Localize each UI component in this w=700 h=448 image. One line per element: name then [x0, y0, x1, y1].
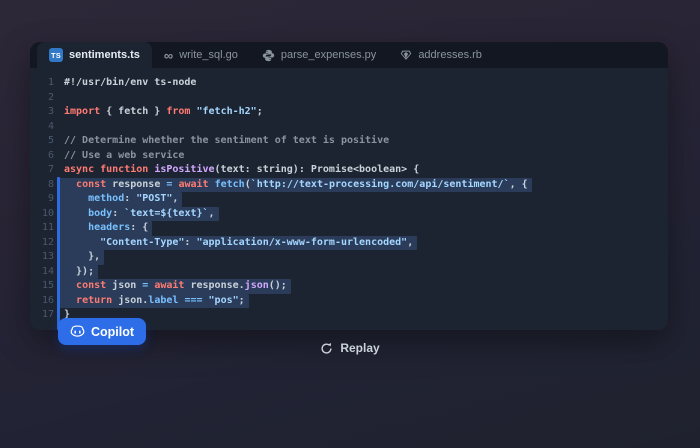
line-content: import { fetch } from "fetch-h2"; — [64, 105, 263, 120]
replay-button[interactable]: Replay — [0, 341, 700, 355]
code-line: 8 const response = await fetch(`http://t… — [30, 178, 668, 193]
code-line: 14 }); — [30, 265, 668, 280]
line-content: #!/usr/bin/env ts-node — [64, 76, 196, 91]
line-content: body: `text=${text}`, — [58, 207, 219, 222]
line-number: 10 — [30, 207, 54, 222]
code-line: 15 const json = await response.json(); — [30, 279, 668, 294]
typescript-icon: TS — [49, 48, 63, 62]
code-line: 9 method: "POST", — [30, 192, 668, 207]
code-line: 4 — [30, 120, 668, 135]
tab-label: parse_expenses.py — [281, 49, 376, 61]
code-line: 13 }, — [30, 250, 668, 265]
page-background: { "tabs": [ { "label": "sentiments.ts", … — [0, 0, 700, 448]
line-number: 5 — [30, 134, 54, 149]
line-content: "Content-Type": "application/x-www-form-… — [58, 236, 417, 251]
tab-label: sentiments.ts — [69, 49, 140, 61]
line-number: 11 — [30, 221, 54, 236]
go-icon: ∞ — [164, 49, 173, 62]
line-number: 15 — [30, 279, 54, 294]
line-number: 9 — [30, 192, 54, 207]
code-line: 12 "Content-Type": "application/x-www-fo… — [30, 236, 668, 251]
tab-parse-expenses-py[interactable]: parse_expenses.py — [250, 42, 388, 68]
line-content: return json.label === "pos"; — [58, 294, 249, 309]
line-content: // Determine whether the sentiment of te… — [64, 134, 389, 149]
replay-button-label: Replay — [340, 341, 379, 355]
code-editor-panel: TS sentiments.ts ∞ write_sql.go parse_ex… — [30, 42, 668, 330]
line-content: const json = await response.json(); — [58, 279, 291, 294]
replay-icon — [320, 342, 333, 355]
code-line: 1 #!/usr/bin/env ts-node — [30, 76, 668, 91]
line-content: headers: { — [58, 221, 152, 236]
line-number: 12 — [30, 236, 54, 251]
code-line: 3 import { fetch } from "fetch-h2"; — [30, 105, 668, 120]
line-number: 2 — [30, 91, 54, 106]
code-line: 16 return json.label === "pos"; — [30, 294, 668, 309]
line-number: 13 — [30, 250, 54, 265]
line-content: const response = await fetch(`http://tex… — [58, 178, 532, 193]
line-number: 14 — [30, 265, 54, 280]
line-number: 7 — [30, 163, 54, 178]
line-number: 17 — [30, 308, 54, 323]
line-number: 4 — [30, 120, 54, 135]
line-content: method: "POST", — [58, 192, 182, 207]
tab-write-sql-go[interactable]: ∞ write_sql.go — [152, 42, 250, 68]
code-line: 5 // Determine whether the sentiment of t… — [30, 134, 668, 149]
copilot-icon — [70, 324, 85, 339]
python-icon — [262, 49, 275, 62]
line-number: 1 — [30, 76, 54, 91]
tab-addresses-rb[interactable]: addresses.rb — [388, 42, 494, 68]
tab-bar: TS sentiments.ts ∞ write_sql.go parse_ex… — [30, 42, 668, 68]
code-editor[interactable]: 1 #!/usr/bin/env ts-node 23 import { fetch … — [30, 68, 668, 330]
tab-label: write_sql.go — [179, 49, 238, 61]
line-content: // Use a web service — [64, 149, 184, 164]
line-content: }, — [58, 250, 104, 265]
line-number: 16 — [30, 294, 54, 309]
ruby-icon — [400, 49, 412, 61]
line-number: 6 — [30, 149, 54, 164]
code-lines: 1 #!/usr/bin/env ts-node 23 import { fetch … — [30, 76, 668, 323]
line-number: 3 — [30, 105, 54, 120]
copilot-suggestion-bar — [57, 177, 60, 330]
code-line: 6 // Use a web service — [30, 149, 668, 164]
code-line: 7 async function isPositive(text: string)… — [30, 163, 668, 178]
line-number: 8 — [30, 178, 54, 193]
code-line: 10 body: `text=${text}`, — [30, 207, 668, 222]
code-line: 2 — [30, 91, 668, 106]
line-content: }); — [58, 265, 98, 280]
copilot-button-label: Copilot — [91, 325, 134, 339]
line-content: async function isPositive(text: string):… — [64, 163, 419, 178]
tab-label: addresses.rb — [418, 49, 482, 61]
tab-sentiments-ts[interactable]: TS sentiments.ts — [37, 42, 152, 68]
code-line: 11 headers: { — [30, 221, 668, 236]
